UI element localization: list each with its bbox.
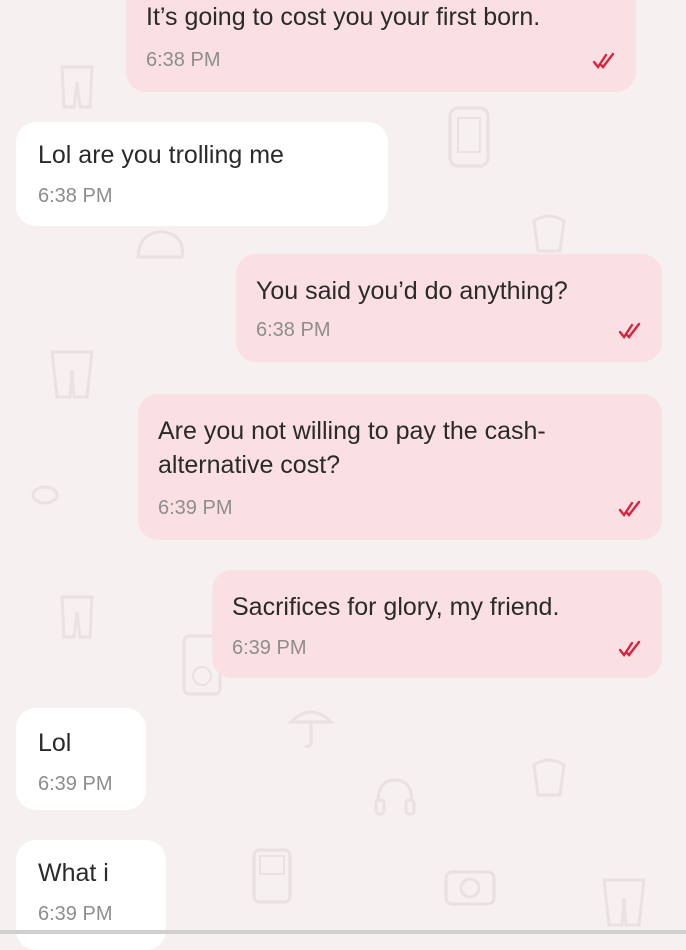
double-check-icon — [618, 500, 641, 518]
jeans-icon — [602, 878, 646, 927]
chat-view[interactable]: It’s going to cost you your first born. … — [0, 0, 686, 950]
bottom-divider — [0, 930, 686, 934]
message-bubble-outgoing[interactable]: It’s going to cost you your first born. … — [126, 0, 636, 92]
bag-icon — [532, 214, 566, 253]
message-bubble-outgoing[interactable]: Are you not willing to pay the cash- alt… — [138, 394, 662, 540]
message-timestamp: 6:38 PM — [256, 319, 331, 341]
message-bubble-incoming[interactable]: Lol are you trolling me 6:38 PM — [16, 122, 388, 226]
bag-icon — [532, 758, 566, 797]
jeans-icon — [60, 65, 94, 109]
cap-icon — [136, 230, 184, 259]
jeans-icon — [50, 350, 94, 399]
double-check-icon — [618, 640, 641, 658]
jeans-icon — [60, 595, 94, 639]
message-bubble-outgoing[interactable]: You said you’d do anything? 6:38 PM — [236, 254, 662, 362]
message-bubble-outgoing[interactable]: Sacrifices for glory, my friend. 6:39 PM — [212, 570, 662, 678]
message-timestamp: 6:39 PM — [38, 903, 113, 925]
message-text-line2: alternative cost? — [158, 451, 341, 479]
message-timestamp: 6:39 PM — [158, 497, 233, 519]
message-timestamp: 6:39 PM — [38, 773, 113, 795]
message-text: What i — [38, 859, 109, 887]
umbrella-icon — [287, 710, 335, 748]
gameboy-icon — [252, 848, 292, 904]
double-check-icon — [592, 52, 615, 70]
message-text: It’s going to cost you your first born. — [146, 3, 541, 31]
phone-icon — [448, 106, 490, 168]
message-text: Sacrifices for glory, my friend. — [232, 593, 560, 621]
double-check-icon — [618, 322, 641, 340]
message-text: Lol are you trolling me — [38, 141, 284, 169]
message-text: Lol — [38, 729, 72, 757]
camera-icon — [444, 870, 496, 906]
message-timestamp: 6:38 PM — [38, 185, 113, 207]
candy-icon — [31, 485, 59, 505]
message-timestamp: 6:39 PM — [232, 637, 307, 659]
headphones-icon — [374, 778, 416, 816]
message-timestamp: 6:38 PM — [146, 49, 221, 71]
message-text-line1: Are you not willing to pay the cash- — [158, 417, 546, 445]
message-bubble-incoming[interactable]: Lol 6:39 PM — [16, 708, 146, 810]
message-text: You said you’d do anything? — [256, 277, 568, 305]
